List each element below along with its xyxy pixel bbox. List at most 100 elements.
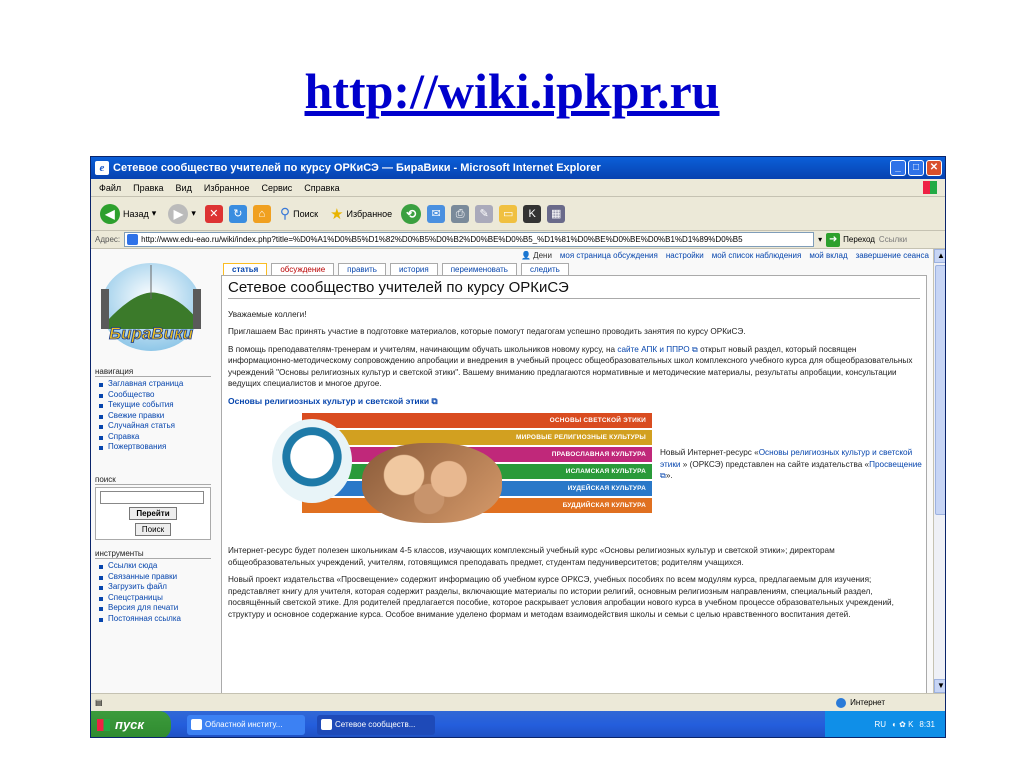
search-button[interactable]: ⚲ Поиск: [277, 201, 321, 227]
menu-view[interactable]: Вид: [176, 179, 192, 196]
nav-random[interactable]: Случайная статья: [99, 421, 211, 432]
tool-what-links-here[interactable]: Ссылки сюда: [99, 561, 211, 572]
article-content: Сетевое сообщество учителей по курсу ОРК…: [221, 275, 927, 693]
orkse-link[interactable]: Основы религиозных культур и светской эт…: [228, 396, 920, 408]
task-network-community[interactable]: Сетевое сообществ...: [317, 715, 435, 735]
back-button[interactable]: ◀ Назад ▾: [97, 201, 159, 227]
forward-button[interactable]: ▶ ▾: [165, 201, 199, 227]
ie-task-icon: [191, 719, 202, 730]
home-icon[interactable]: ⌂: [252, 204, 271, 223]
nav-current-events[interactable]: Текущие события: [99, 400, 211, 411]
search-fulltext-button[interactable]: Поиск: [134, 523, 172, 536]
back-arrow-icon: ◀: [100, 203, 120, 224]
task-oblast-institute[interactable]: Областной институ...: [187, 715, 305, 735]
personal-watchlist-link[interactable]: мой список наблюдения: [712, 251, 802, 260]
status-bar: ▤ Интернет: [91, 693, 945, 711]
tab-watch[interactable]: следить: [520, 263, 569, 275]
ie-icon: e: [95, 161, 109, 175]
personal-tools: 👤 Дени моя страница обсуждения настройки…: [521, 251, 929, 260]
nav-donations[interactable]: Пожертвования: [99, 442, 211, 453]
address-input[interactable]: http://www.edu-eao.ru/wiki/index.php?tit…: [124, 232, 815, 247]
search-go-button[interactable]: Перейти: [129, 507, 177, 520]
article-title: Сетевое сообщество учителей по курсу ОРК…: [228, 280, 920, 299]
start-button[interactable]: пуск: [91, 711, 171, 737]
tool-special-pages[interactable]: Спецстраницы: [99, 593, 211, 604]
address-dropdown-icon[interactable]: ▾: [818, 235, 822, 244]
external-link-icon: ⧉: [689, 344, 701, 354]
links-label[interactable]: Ссылки: [879, 235, 907, 244]
tool-related-changes[interactable]: Связанные правки: [99, 572, 211, 583]
children-photo: [362, 443, 502, 523]
print-icon[interactable]: ⎙: [451, 204, 470, 223]
folder-icon[interactable]: ▭: [499, 204, 518, 223]
intro-paragraph: В помощь преподавателям-тренерам и учите…: [228, 344, 913, 389]
go-button[interactable]: ➜ Переход: [826, 232, 875, 247]
close-button[interactable]: ✕: [926, 160, 942, 176]
research-icon[interactable]: ▦: [547, 204, 566, 223]
search-input[interactable]: [100, 491, 204, 504]
scroll-up-icon[interactable]: ▲: [934, 249, 945, 263]
security-zone: Интернет: [836, 694, 885, 712]
history-icon[interactable]: ⟲: [401, 203, 422, 224]
refresh-icon[interactable]: ↻: [228, 204, 247, 223]
nav-portlet: навигация Заглавная страница Сообщество …: [95, 367, 211, 453]
windows-flag-icon: [923, 181, 937, 194]
tool-permalink[interactable]: Постоянная ссылка: [99, 614, 211, 625]
personal-logout-link[interactable]: завершение сеанса: [856, 251, 929, 260]
stop-icon[interactable]: ✕: [204, 204, 223, 223]
tool-print[interactable]: Версия для печати: [99, 603, 211, 614]
menu-bar: Файл Правка Вид Избранное Сервис Справка: [91, 179, 945, 197]
biravili-logo[interactable]: БираВики: [97, 259, 205, 355]
user-link[interactable]: 👤 Дени: [521, 251, 552, 260]
search-portlet: поиск Перейти Поиск: [95, 475, 211, 540]
nav-help[interactable]: Справка: [99, 432, 211, 443]
apk-ppro-link[interactable]: сайте АПК и ППРО: [617, 345, 689, 354]
external-link-icon: ⧉: [431, 395, 438, 406]
tab-article[interactable]: статья: [223, 263, 268, 275]
globe-icon: [836, 698, 847, 708]
tab-history[interactable]: история: [389, 263, 438, 275]
menu-tools[interactable]: Сервис: [261, 179, 292, 196]
menu-edit[interactable]: Правка: [133, 179, 163, 196]
orkse-banner[interactable]: ОСНОВЫ СВЕТСКОЙ ЭТИКИ МИРОВЫЕ РЕЛИГИОЗНЫ…: [232, 413, 652, 533]
menu-file[interactable]: Файл: [99, 179, 121, 196]
menu-favorites[interactable]: Избранное: [204, 179, 250, 196]
banner-stripe-ethics: ОСНОВЫ СВЕТСКОЙ ЭТИКИ: [302, 413, 652, 428]
taskbar: пуск Областной институ... Сетевое сообще…: [91, 711, 945, 737]
tool-upload[interactable]: Загрузить файл: [99, 582, 211, 593]
personal-preferences-link[interactable]: настройки: [666, 251, 704, 260]
nav-main-page[interactable]: Заглавная страница: [99, 379, 211, 390]
personal-contributions-link[interactable]: мой вклад: [809, 251, 847, 260]
language-indicator[interactable]: RU: [875, 711, 887, 737]
tab-move[interactable]: переименовать: [441, 263, 517, 275]
nav-heading: навигация: [95, 367, 211, 377]
maximize-button[interactable]: □: [908, 160, 924, 176]
nav-recent-changes[interactable]: Свежие правки: [99, 411, 211, 422]
tray-icons: ◐ ✿ K: [892, 720, 914, 729]
k-icon[interactable]: K: [523, 204, 542, 223]
vertical-scrollbar[interactable]: ▲ ▼: [933, 249, 945, 693]
address-bar: Адрес: http://www.edu-eao.ru/wiki/index.…: [91, 231, 945, 249]
window-titlebar[interactable]: e Сетевое сообщество учителей по курсу О…: [91, 157, 945, 179]
greeting: Уважаемые коллеги!: [228, 309, 307, 319]
tab-discussion[interactable]: обсуждение: [271, 263, 335, 275]
minimize-button[interactable]: _: [890, 160, 906, 176]
slide-title: http://wiki.ipkpr.ru: [304, 63, 720, 119]
menu-help[interactable]: Справка: [304, 179, 339, 196]
favorites-button[interactable]: ★ Избранное: [327, 201, 395, 227]
scroll-down-icon[interactable]: ▼: [934, 679, 945, 693]
edit-icon[interactable]: ✎: [475, 204, 494, 223]
personal-talk-link[interactable]: моя страница обсуждения: [560, 251, 658, 260]
banner-row: ОСНОВЫ СВЕТСКОЙ ЭТИКИ МИРОВЫЕ РЕЛИГИОЗНЫ…: [228, 413, 922, 545]
ie-window: e Сетевое сообщество учителей по курсу О…: [90, 156, 946, 738]
prosveshchenie-link[interactable]: Просвещение: [869, 460, 922, 469]
mail-icon[interactable]: ✉: [427, 204, 446, 223]
tree-emblem-icon: [272, 419, 352, 503]
tab-edit[interactable]: править: [338, 263, 386, 275]
logo-text: БираВики: [109, 324, 194, 343]
search-icon: ⚲: [279, 205, 291, 221]
banner-stripe-world: МИРОВЫЕ РЕЛИГИОЗНЫЕ КУЛЬТУРЫ: [302, 430, 652, 445]
nav-community[interactable]: Сообщество: [99, 390, 211, 401]
scroll-thumb[interactable]: [935, 265, 945, 515]
go-arrow-icon: ➜: [826, 232, 841, 247]
